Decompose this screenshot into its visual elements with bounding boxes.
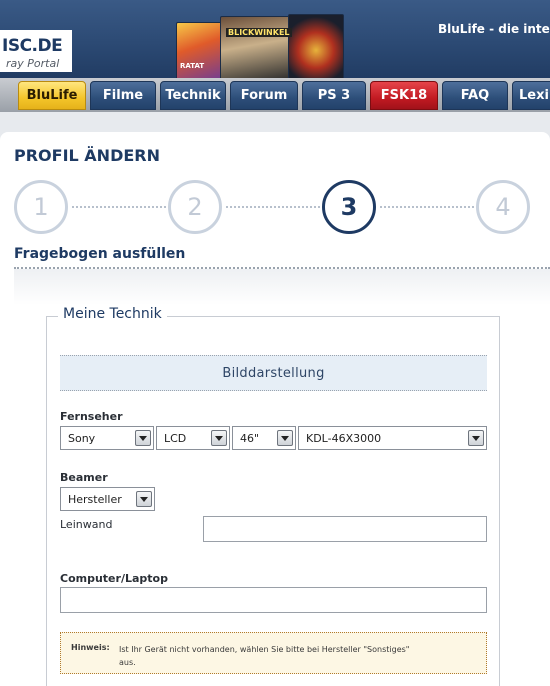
section-header-bilddarstellung: Bilddarstellung — [60, 355, 487, 391]
tv-type-select[interactable]: LCD — [156, 426, 230, 450]
nav-item-filme[interactable]: Filme — [90, 81, 156, 110]
logo-text: ISC.DE — [2, 36, 63, 56]
screen-label: Leinwand — [60, 518, 113, 531]
nav-item-forum[interactable]: Forum — [230, 81, 298, 110]
page-title: PROFIL ÄNDERN — [14, 146, 160, 165]
hint-text: Ist Ihr Gerät nicht vorhanden, wählen Si… — [119, 645, 410, 667]
bluray-covers-banner: BLICKWINKEL RATAT — [168, 10, 348, 78]
nav-item-fsk18[interactable]: FSK18 — [370, 81, 438, 110]
tv-size-select[interactable]: 46" — [232, 426, 296, 450]
header-tagline: BluLife - die inte — [438, 22, 550, 36]
chevron-down-icon — [468, 430, 484, 446]
nav-item-blulife[interactable]: BluLife — [18, 81, 86, 110]
chevron-down-icon — [211, 430, 227, 446]
logo-subtitle: ray Portal — [6, 57, 60, 70]
nav-item-ps3[interactable]: PS 3 — [302, 81, 366, 110]
step-connector — [226, 206, 320, 208]
cover-title: RATAT — [180, 62, 205, 70]
beamer-label: Beamer — [60, 471, 108, 484]
tv-type-value: LCD — [164, 431, 187, 445]
step-indicator-1: 1 — [14, 180, 68, 234]
beamer-manufacturer-select[interactable]: Hersteller — [60, 487, 155, 511]
hint-label: Hinweis: — [71, 643, 110, 652]
section-subheading: Fragebogen ausfüllen — [14, 246, 186, 262]
screen-input[interactable] — [203, 516, 487, 542]
tv-brand-value: Sony — [68, 431, 96, 445]
step-indicator-3: 3 — [322, 180, 376, 234]
tv-brand-select[interactable]: Sony — [60, 426, 154, 450]
computer-label: Computer/Laptop — [60, 572, 168, 585]
chevron-down-icon — [135, 430, 151, 446]
chevron-down-icon — [277, 430, 293, 446]
beamer-manufacturer-value: Hersteller — [68, 492, 122, 506]
nav-item-lexikon[interactable]: Lexik — [512, 81, 550, 110]
step-connector — [380, 206, 474, 208]
step-indicator-4: 4 — [476, 180, 530, 234]
hint-box: Hinweis: Ist Ihr Gerät nicht vorhanden, … — [60, 632, 487, 674]
fieldset-legend: Meine Technik — [58, 306, 167, 322]
computer-input[interactable] — [60, 587, 487, 613]
tv-model-value: KDL-46X3000 — [306, 431, 382, 445]
main-nav: BluLife Filme Technik Forum PS 3 FSK18 F… — [0, 78, 550, 112]
tv-model-select[interactable]: KDL-46X3000 — [298, 426, 487, 450]
nav-item-technik[interactable]: Technik — [160, 81, 226, 110]
site-logo[interactable]: ISC.DE ray Portal — [0, 30, 72, 72]
step-connector — [72, 206, 166, 208]
nav-item-faq[interactable]: FAQ — [442, 81, 508, 110]
cover-image — [220, 16, 296, 78]
chevron-down-icon — [136, 491, 152, 507]
site-header: ISC.DE ray Portal BLICKWINKEL RATAT BluL… — [0, 0, 550, 78]
tv-size-value: 46" — [240, 431, 260, 445]
step-indicator-2: 2 — [168, 180, 222, 234]
cover-title: BLICKWINKEL — [226, 28, 292, 37]
cover-image — [288, 14, 344, 78]
divider-shadow — [14, 269, 550, 305]
tv-label: Fernseher — [60, 410, 123, 423]
